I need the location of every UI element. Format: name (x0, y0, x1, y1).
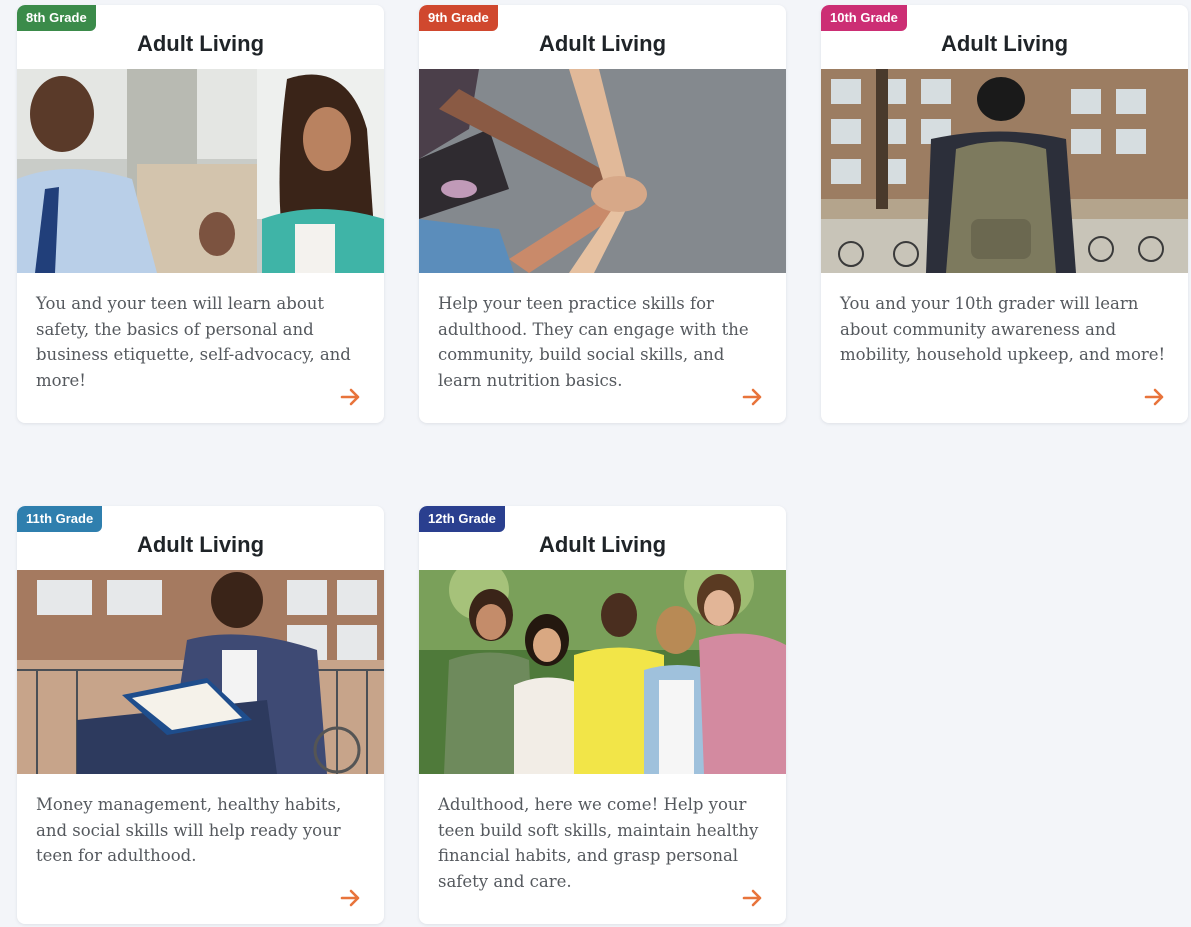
card-title: Adult Living (538, 31, 667, 56)
card-description: Help your teen practice skills for adult… (438, 294, 749, 390)
card-title: Adult Living (538, 532, 667, 557)
arrow-right-icon[interactable] (741, 886, 765, 910)
grade-badge: 8th Grade (17, 5, 96, 31)
grade-card-10th[interactable]: 10th Grade Adult Living You and your 10t… (821, 5, 1188, 423)
grade-card-8th[interactable]: 8th Grade Adult Living You and your teen… (17, 5, 384, 423)
arrow-right-icon[interactable] (339, 385, 363, 409)
card-title: Adult Living (136, 31, 265, 56)
grade-badge: 11th Grade (17, 506, 103, 532)
card-description: Adulthood, here we come! Help your teen … (438, 795, 759, 891)
grade-card-9th[interactable]: 9th Grade Adult Living Help your teen pr… (419, 5, 786, 423)
card-description: You and your teen will learn about safet… (36, 294, 351, 390)
card-photo-group-of-smiling-teens (419, 570, 786, 774)
arrow-right-icon[interactable] (339, 886, 363, 910)
card-description: Money management, healthy habits, and so… (36, 795, 342, 865)
card-photo-teacher-and-student (17, 69, 384, 273)
card-photo-stacked-hands (419, 69, 786, 273)
card-title: Adult Living (136, 532, 265, 557)
grade-badge: 10th Grade (821, 5, 907, 31)
grade-card-12th[interactable]: 12th Grade Adult Living Adulthood, here … (419, 506, 786, 924)
grade-card-11th[interactable]: 11th Grade Adult Living Money management… (17, 506, 384, 924)
card-photo-student-with-backpack (821, 69, 1188, 273)
arrow-right-icon[interactable] (1143, 385, 1167, 409)
card-photo-teen-reading-in-wheelchair (17, 570, 384, 774)
grade-badge: 12th Grade (419, 506, 505, 532)
card-title: Adult Living (940, 31, 1069, 56)
card-description: You and your 10th grader will learn abou… (840, 294, 1166, 364)
grade-badge: 9th Grade (419, 5, 498, 31)
arrow-right-icon[interactable] (741, 385, 765, 409)
